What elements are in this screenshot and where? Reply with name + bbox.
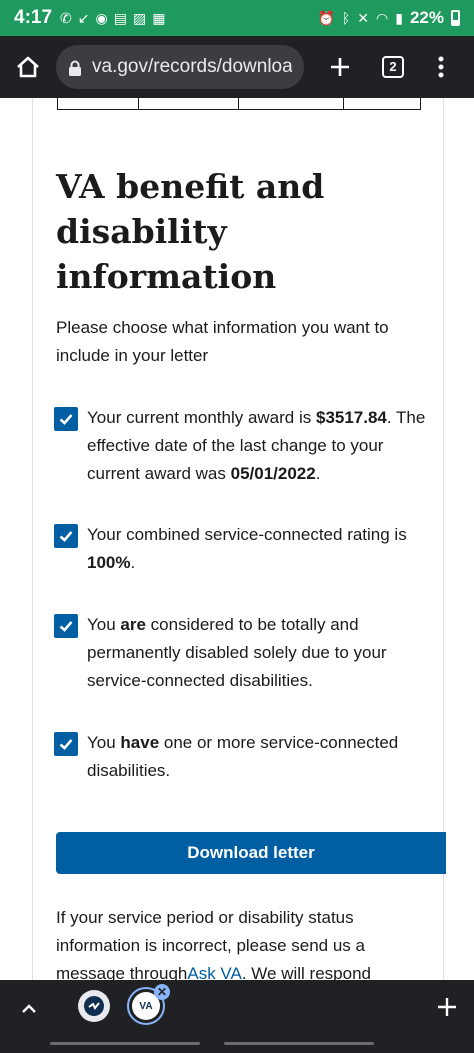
option-label: You are considered to be totally and per… — [87, 615, 387, 690]
add-tab-button[interactable] — [432, 992, 462, 1022]
kebab-menu-icon — [438, 56, 444, 78]
option-label: Your current monthly award is $3517.84. … — [87, 408, 426, 483]
calendar-icon: ▦ — [152, 9, 166, 26]
footer-text: If your service period or disability sta… — [56, 908, 371, 983]
more-menu-button[interactable] — [418, 56, 464, 78]
checkmark-icon — [59, 531, 73, 542]
page-title: VA benefit and disability information — [56, 167, 325, 296]
intro-text: Please choose what information you want … — [56, 318, 389, 365]
gesture-bar-right — [224, 1042, 374, 1045]
checkmark-icon — [59, 621, 73, 632]
browser-toolbar: va.gov/records/downloa 2 — [0, 36, 474, 98]
home-icon — [17, 56, 39, 78]
checkbox-service-connected[interactable] — [54, 732, 78, 756]
status-bar: 4:17 ✆ ↙ ◉ ▤ ▨ ▦ ⏰ ᛒ ✕ ◠ ▮ 22% — [0, 0, 474, 36]
download-letter-button[interactable]: Download letter — [56, 832, 446, 874]
plus-icon — [438, 998, 456, 1016]
chevron-up-icon — [22, 1004, 36, 1013]
tab-strip: VA ✕ — [0, 980, 474, 1053]
wifi-icon: ◠ — [376, 9, 389, 26]
checkbox-monthly-award[interactable] — [54, 407, 78, 431]
battery-icon — [451, 10, 460, 26]
plus-icon — [331, 58, 349, 76]
tab-count: 2 — [382, 56, 404, 78]
site-favicon-icon — [84, 996, 104, 1016]
close-icon: ✕ — [156, 985, 168, 999]
missed-call-icon: ↙ — [77, 9, 90, 26]
option-label: Your combined service-connected rating i… — [87, 525, 407, 572]
option-monthly-award[interactable]: Your current monthly award is $3517.84. … — [54, 404, 434, 488]
system-icons: ⏰ ᛒ ✕ ◠ ▮ 22% — [317, 8, 460, 28]
gallery-icon: ▤ — [113, 9, 127, 26]
mute-icon: ✕ — [357, 9, 370, 26]
checkbox-totally-disabled[interactable] — [54, 614, 78, 638]
battery-percent: 22% — [409, 8, 444, 27]
chrome-icon: ◉ — [95, 9, 108, 26]
option-label: You have one or more service-connected d… — [87, 733, 399, 780]
address-bar[interactable]: va.gov/records/downloa — [56, 45, 304, 89]
new-tab-button[interactable] — [312, 56, 368, 78]
home-button[interactable] — [0, 54, 56, 80]
notification-icons: ✆ ↙ ◉ ▤ ▨ ▦ — [60, 10, 165, 27]
close-tab-button[interactable]: ✕ — [154, 984, 170, 1000]
image-icon: ▨ — [132, 9, 147, 26]
phone-call-icon: ✆ — [60, 9, 72, 26]
tab-thumbnail-1[interactable] — [78, 990, 110, 1022]
table-fragment — [57, 98, 421, 110]
checkmark-icon — [59, 739, 73, 750]
alarm-icon: ⏰ — [317, 9, 335, 26]
gesture-bar-left — [50, 1042, 200, 1045]
signal-icon: ▮ — [395, 9, 403, 26]
expand-tabs-button[interactable] — [14, 994, 44, 1024]
tab-switcher-button[interactable]: 2 — [368, 56, 418, 78]
checkmark-icon — [59, 414, 73, 425]
bluetooth-icon: ᛒ — [341, 10, 351, 26]
checkbox-combined-rating[interactable] — [54, 524, 78, 548]
option-combined-rating[interactable]: Your combined service-connected rating i… — [54, 521, 434, 577]
status-time: 4:17 — [14, 7, 53, 28]
url-text: va.gov/records/downloa — [92, 56, 292, 77]
lock-icon — [68, 60, 82, 76]
option-totally-disabled[interactable]: You are considered to be totally and per… — [54, 611, 434, 695]
option-service-connected[interactable]: You have one or more service-connected d… — [54, 729, 434, 785]
